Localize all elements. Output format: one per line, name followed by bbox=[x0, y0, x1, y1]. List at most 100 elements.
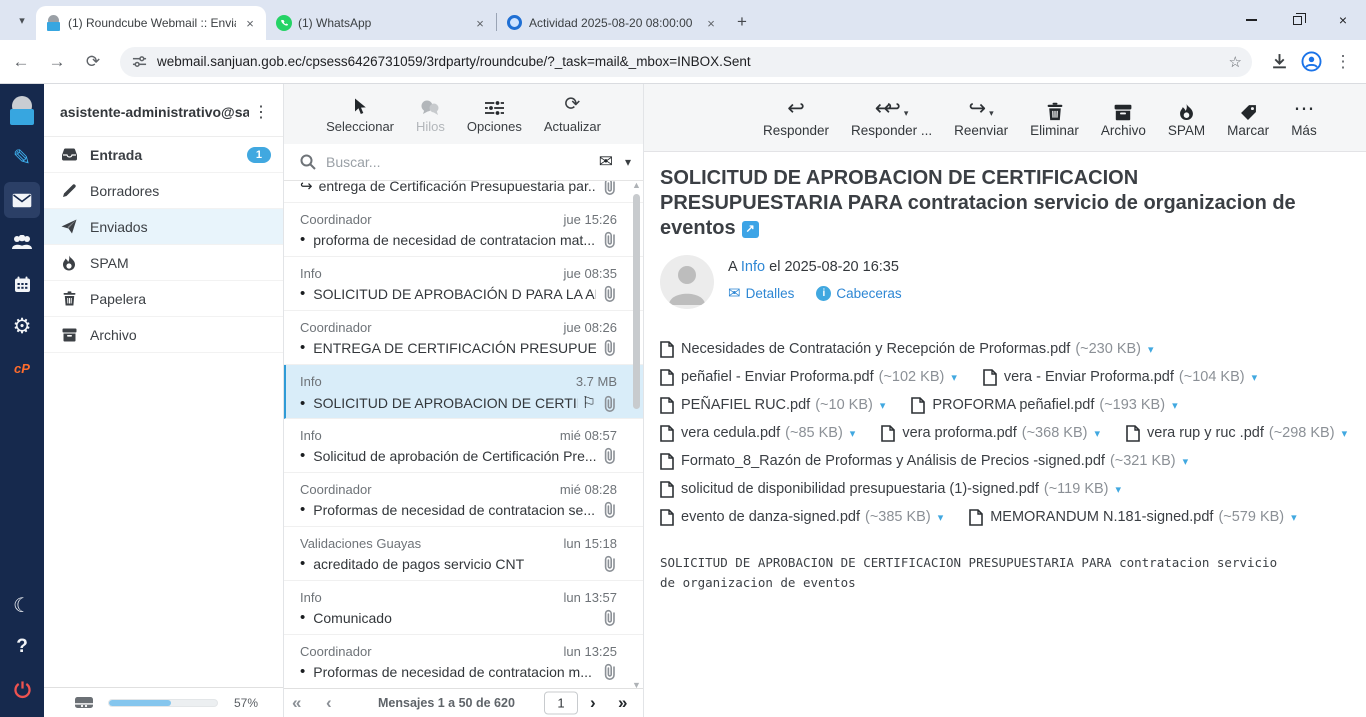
attachment-item[interactable]: Necesidades de Contratación y Recepción … bbox=[660, 335, 1154, 363]
folder-item-enviados[interactable]: Enviados bbox=[44, 209, 283, 245]
message-row[interactable]: Coordinador jue 08:26 • ENTREGA DE CERTI… bbox=[284, 311, 643, 365]
calendar-icon[interactable] bbox=[4, 266, 40, 302]
attachment-caret-icon[interactable]: ▾ bbox=[1252, 371, 1258, 384]
address-bar[interactable]: webmail.sanjuan.gob.ec/cpsess6426731059/… bbox=[120, 47, 1252, 77]
attachment-caret-icon[interactable]: ▾ bbox=[1342, 427, 1348, 440]
attachment-caret-icon[interactable]: ▾ bbox=[1094, 427, 1100, 440]
restore-button[interactable] bbox=[1274, 0, 1320, 40]
attachment-item[interactable]: vera - Enviar Proforma.pdf (~104 KB) ▾ bbox=[983, 363, 1257, 391]
folder-item-spam[interactable]: SPAM bbox=[44, 245, 283, 281]
tab-search-icon[interactable]: ▾ bbox=[8, 6, 36, 34]
message-row[interactable]: Coordinador jue 15:26 • proforma de nece… bbox=[284, 203, 643, 257]
attachment-item[interactable]: PROFORMA peñafiel.pdf (~193 KB) ▾ bbox=[911, 391, 1177, 419]
recipient-link[interactable]: Info bbox=[741, 259, 765, 275]
search-placeholder[interactable]: Buscar... bbox=[326, 154, 599, 170]
downloads-icon[interactable] bbox=[1264, 47, 1294, 77]
attachment-item[interactable]: evento de danza-signed.pdf (~385 KB) ▾ bbox=[660, 503, 943, 531]
reply-all-button[interactable]: ↩↩▾ Responder ... bbox=[840, 97, 943, 138]
tab-actividad[interactable]: Actividad 2025-08-20 08:00:00 × bbox=[497, 6, 727, 40]
compose-icon[interactable]: ✎ bbox=[4, 140, 40, 176]
search-options-chevron-icon[interactable]: ▾ bbox=[625, 155, 631, 169]
attachment-item[interactable]: vera rup y ruc .pdf (~298 KB) ▾ bbox=[1126, 419, 1347, 447]
message-row[interactable]: Info 3.7 MB • SOLICITUD DE APROBACION DE… bbox=[284, 365, 643, 419]
message-row[interactable]: Info mié 08:57 • Solicitud de aprobación… bbox=[284, 419, 643, 473]
contacts-icon[interactable] bbox=[4, 224, 40, 260]
more-button[interactable]: ⋯ Más bbox=[1280, 97, 1328, 138]
archive-button[interactable]: Archivo bbox=[1090, 97, 1157, 138]
attachment-item[interactable]: vera proforma.pdf (~368 KB) ▾ bbox=[881, 419, 1100, 447]
tab-whatsapp[interactable]: (1) WhatsApp × bbox=[266, 6, 496, 40]
help-icon[interactable]: ? bbox=[4, 629, 40, 665]
options-button[interactable]: Opciones bbox=[461, 94, 528, 134]
logout-power-icon[interactable] bbox=[4, 671, 40, 707]
attachment-item[interactable]: PEÑAFIEL RUC.pdf (~10 KB) ▾ bbox=[660, 391, 885, 419]
attachment-caret-icon[interactable]: ▾ bbox=[951, 371, 957, 384]
refresh-button[interactable]: ⟳ Actualizar bbox=[538, 94, 607, 134]
forward-button[interactable]: → bbox=[42, 47, 72, 77]
profile-icon[interactable] bbox=[1296, 47, 1326, 77]
attachment-caret-icon[interactable]: ▾ bbox=[1291, 511, 1297, 524]
reply-button[interactable]: ↩ Responder bbox=[752, 97, 840, 138]
open-external-icon[interactable]: ↗ bbox=[742, 221, 759, 238]
attachment-caret-icon[interactable]: ▾ bbox=[1183, 455, 1189, 468]
bookmark-star-icon[interactable]: ☆ bbox=[1229, 53, 1242, 71]
page-number-input[interactable]: 1 bbox=[544, 692, 578, 715]
browser-menu-icon[interactable]: ⋮ bbox=[1328, 47, 1358, 77]
list-scrollbar[interactable]: ▲ ▼ bbox=[632, 184, 641, 684]
reload-button[interactable]: ⟳ bbox=[78, 47, 108, 77]
mail-icon[interactable] bbox=[4, 182, 40, 218]
close-window-button[interactable]: × bbox=[1320, 0, 1366, 40]
attachment-caret-icon[interactable]: ▾ bbox=[938, 511, 944, 524]
message-row[interactable]: Coordinador lun 13:25 • Proformas de nec… bbox=[284, 635, 643, 688]
details-link[interactable]: Detalles bbox=[746, 286, 795, 301]
folder-item-borradores[interactable]: Borradores bbox=[44, 173, 283, 209]
delete-button[interactable]: Eliminar bbox=[1019, 97, 1090, 138]
tab-close-icon[interactable]: × bbox=[472, 15, 488, 31]
attachment-item[interactable]: MEMORANDUM N.181-signed.pdf (~579 KB) ▾ bbox=[969, 503, 1296, 531]
attachment-item[interactable]: solicitud de disponibilidad presupuestar… bbox=[660, 475, 1121, 503]
tab-close-icon[interactable]: × bbox=[703, 15, 719, 31]
dark-mode-moon-icon[interactable]: ☾ bbox=[4, 587, 40, 623]
last-page-button[interactable]: » bbox=[618, 693, 627, 713]
attachment-caret-icon[interactable]: ▾ bbox=[850, 427, 856, 440]
search-scope-envelope-icon[interactable]: ✉ bbox=[599, 152, 613, 172]
scroll-up-icon[interactable]: ▲ bbox=[632, 180, 641, 190]
headers-link[interactable]: Cabeceras bbox=[836, 286, 901, 301]
attachment-item[interactable]: vera cedula.pdf (~85 KB) ▾ bbox=[660, 419, 855, 447]
back-button[interactable]: ← bbox=[6, 47, 36, 77]
attachment-item[interactable]: peñafiel - Enviar Proforma.pdf (~102 KB)… bbox=[660, 363, 957, 391]
folder-item-entrada[interactable]: Entrada 1 bbox=[44, 137, 283, 173]
roundcube-logo-icon[interactable] bbox=[7, 96, 37, 126]
forward-button[interactable]: ↪▾ Reenviar bbox=[943, 97, 1019, 138]
attachment-caret-icon[interactable]: ▾ bbox=[1172, 399, 1178, 412]
minimize-button[interactable] bbox=[1228, 0, 1274, 40]
next-page-button[interactable]: › bbox=[590, 693, 596, 713]
url-text[interactable]: webmail.sanjuan.gob.ec/cpsess6426731059/… bbox=[157, 54, 1229, 69]
mark-button[interactable]: Marcar bbox=[1216, 97, 1280, 138]
folder-menu-kebab-icon[interactable]: ⋮ bbox=[249, 102, 273, 122]
message-row[interactable]: Info jue 08:35 • SOLICITUD DE APROBACIÓN… bbox=[284, 257, 643, 311]
folder-item-archivo[interactable]: Archivo bbox=[44, 317, 283, 353]
tab-close-icon[interactable]: × bbox=[242, 15, 258, 31]
threads-button[interactable]: Hilos bbox=[410, 94, 451, 134]
first-page-button[interactable]: « bbox=[292, 693, 301, 713]
scrollbar-thumb[interactable] bbox=[633, 194, 640, 409]
attachment-caret-icon[interactable]: ▾ bbox=[880, 399, 886, 412]
spam-button[interactable]: SPAM bbox=[1157, 97, 1216, 138]
select-button[interactable]: Seleccionar bbox=[320, 94, 400, 134]
message-row[interactable]: Validaciones Guayas lun 15:18 • acredita… bbox=[284, 527, 643, 581]
tab-roundcube[interactable]: (1) Roundcube Webmail :: Envia × bbox=[36, 6, 266, 40]
message-row[interactable]: Coordinador mié 08:28 • Proformas de nec… bbox=[284, 473, 643, 527]
attachment-item[interactable]: Formato_8_Razón de Proformas y Análisis … bbox=[660, 447, 1188, 475]
folder-item-papelera[interactable]: Papelera bbox=[44, 281, 283, 317]
cpanel-icon[interactable]: cP bbox=[4, 350, 40, 386]
attachment-caret-icon[interactable]: ▾ bbox=[1116, 483, 1122, 496]
search-bar[interactable]: Buscar... ✉ ▾ bbox=[284, 144, 643, 181]
new-tab-button[interactable]: + bbox=[737, 12, 747, 32]
site-settings-icon[interactable] bbox=[132, 54, 147, 69]
prev-page-button[interactable]: ‹ bbox=[326, 693, 332, 713]
message-row[interactable]: ↪ entrega de Certificación Presupuestari… bbox=[284, 181, 643, 203]
attachment-caret-icon[interactable]: ▾ bbox=[1148, 343, 1154, 356]
settings-gear-icon[interactable]: ⚙ bbox=[4, 308, 40, 344]
message-row[interactable]: Info lun 13:57 • Comunicado bbox=[284, 581, 643, 635]
